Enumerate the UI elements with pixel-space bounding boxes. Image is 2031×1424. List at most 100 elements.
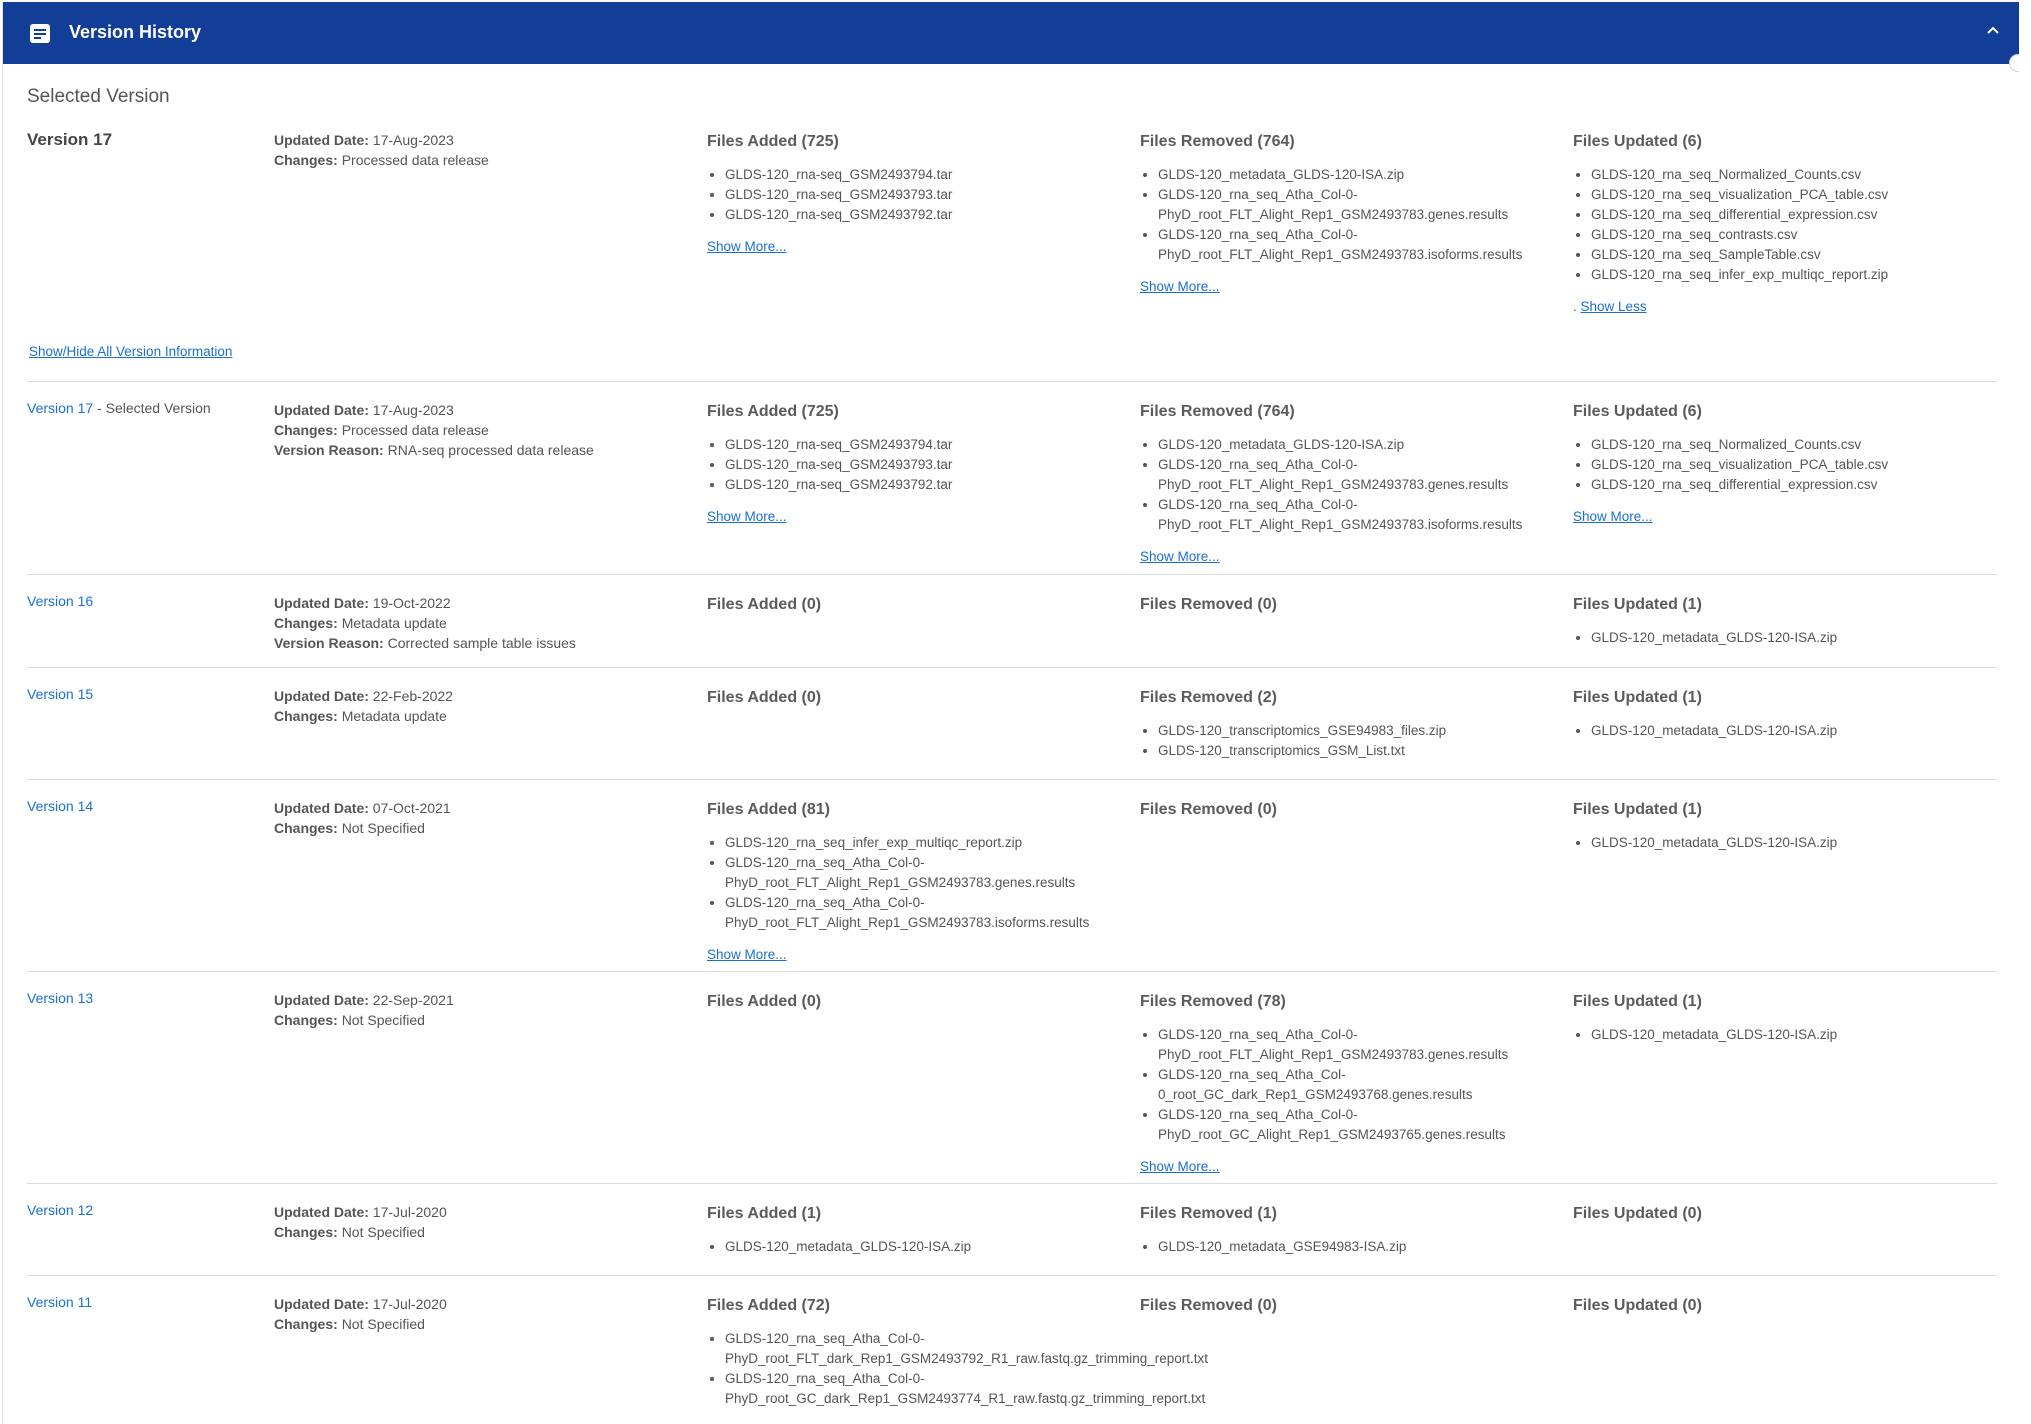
show-more-link[interactable]: Show More... (1140, 549, 1220, 564)
file-item: GLDS-120_metadata_GLDS-120-ISA.zip (1591, 1025, 1993, 1045)
files-updated-heading: Files Updated (6) (1573, 133, 1702, 150)
chevron-up-icon[interactable] (1985, 24, 2001, 36)
version-link[interactable]: Version 14 (27, 798, 93, 814)
updated-date-label: Updated Date: (274, 402, 369, 418)
version-link[interactable]: Version 16 (27, 593, 93, 609)
file-list: GLDS-120_rna-seq_GSM2493794.tarGLDS-120_… (707, 165, 1127, 225)
files-updated-heading: Files Updated (6) (1573, 403, 1702, 420)
show-hide-all-link[interactable]: Show/Hide All Version Information (29, 344, 232, 359)
version-history-panel: Version History Selected Version Version… (2, 2, 2019, 1424)
updated-date-value: 22-Feb-2022 (372, 688, 453, 704)
files-removed-column: Files Removed (764) GLDS-120_metadata_GLD… (1140, 403, 1560, 566)
file-item: GLDS-120_metadata_GLDS-120-ISA.zip (725, 1237, 1127, 1257)
file-item: GLDS-120_transcriptomics_GSE94983_files.… (1158, 721, 1560, 741)
changes-label: Changes: (274, 820, 338, 836)
file-item: GLDS-120_rna_seq_infer_exp_multiqc_repor… (725, 833, 1127, 853)
file-item: GLDS-120_rna-seq_GSM2493793.tar (725, 185, 1127, 205)
file-item: GLDS-120_rna_seq_Atha_Col-0-PhyD_root_GC… (725, 1369, 1205, 1409)
files-updated-column: Files Updated (1) GLDS-120_metadata_GLDS-… (1573, 801, 1993, 853)
version-link[interactable]: Version 13 (27, 990, 93, 1006)
version-link[interactable]: Version 11 (27, 1294, 92, 1310)
file-list: GLDS-120_rna_seq_Normalized_Counts.csvGL… (1573, 165, 1993, 285)
files-updated-heading: Files Updated (1) (1573, 689, 1702, 706)
version-reason-value: RNA-seq processed data release (387, 442, 594, 458)
file-item: GLDS-120_metadata_GSE94983-ISA.zip (1158, 1237, 1560, 1257)
version-row: Version 13 Updated Date: 22-Sep-2021 Chang… (27, 971, 1997, 1174)
file-item: GLDS-120_rna_seq_Atha_Col-0-PhyD_root_GC… (1158, 1105, 1560, 1145)
file-list: GLDS-120_metadata_GLDS-120-ISA.zipGLDS-1… (1140, 435, 1560, 535)
version-link[interactable]: Version 12 (27, 1202, 93, 1218)
file-item: GLDS-120_metadata_GLDS-120-ISA.zip (1591, 833, 1993, 853)
file-item: GLDS-120_rna_seq_Atha_Col-0-PhyD_root_FL… (1158, 1025, 1560, 1065)
version-reason-value: Corrected sample table issues (387, 635, 576, 651)
file-item: GLDS-120_metadata_GLDS-120-ISA.zip (1158, 435, 1560, 455)
updated-date-value: 07-Oct-2021 (372, 800, 451, 816)
file-item: GLDS-120_rna_seq_Atha_Col-0-PhyD_root_FL… (1158, 455, 1560, 495)
show-more-link[interactable]: Show More... (1573, 509, 1653, 524)
version-row: Version 15 Updated Date: 22-Feb-2022 Chang… (27, 667, 1997, 758)
files-removed-heading: Files Removed (0) (1140, 596, 1277, 613)
changes-value: Processed data release (341, 152, 489, 168)
files-removed-heading: Files Removed (0) (1140, 801, 1277, 818)
updated-date-value: 17-Aug-2023 (372, 402, 454, 418)
changes-value: Not Specified (341, 820, 425, 836)
version-history-header[interactable]: Version History (3, 2, 2019, 64)
show-more-link[interactable]: Show More... (707, 947, 787, 962)
version-cell: Version 17 - Selected Version (27, 400, 267, 418)
file-item: GLDS-120_rna_seq_Atha_Col-0-PhyD_root_FL… (1158, 185, 1560, 225)
updated-date-label: Updated Date: (274, 595, 369, 611)
file-list: GLDS-120_metadata_GLDS-120-ISA.zip (1573, 833, 1993, 853)
show-more-link[interactable]: Show More... (707, 239, 787, 254)
version-link[interactable]: Version 17 (27, 400, 93, 416)
files-added-heading: Files Added (72) (707, 1297, 830, 1314)
file-item: GLDS-120_rna_seq_differential_expression… (1591, 205, 1993, 225)
version-cell: Version 14 (27, 798, 267, 816)
file-list: GLDS-120_metadata_GSE94983-ISA.zip (1140, 1237, 1560, 1257)
version-row: Version 12 Updated Date: 17-Jul-2020 Chang… (27, 1183, 1997, 1254)
files-removed-column: Files Removed (1) GLDS-120_metadata_GSE94… (1140, 1205, 1560, 1257)
files-updated-heading: Files Updated (1) (1573, 993, 1702, 1010)
files-added-column: Files Added (725) GLDS-120_rna-seq_GSM249… (707, 403, 1127, 526)
show-more-link[interactable]: Show More... (1140, 1159, 1220, 1174)
files-removed-heading: Files Removed (764) (1140, 403, 1295, 420)
file-item: GLDS-120_transcriptomics_GSM_List.txt (1158, 741, 1560, 761)
show-more-link[interactable]: Show More... (707, 509, 787, 524)
changes-label: Changes: (274, 1316, 338, 1332)
files-added-column: Files Added (725) GLDS-120_rna-seq_GSM24… (707, 133, 1127, 256)
file-item: GLDS-120_rna-seq_GSM2493792.tar (725, 475, 1127, 495)
file-list: GLDS-120_metadata_GLDS-120-ISA.zip (1573, 1025, 1993, 1045)
files-added-heading: Files Added (725) (707, 133, 839, 150)
version-link[interactable]: Version 15 (27, 686, 93, 702)
changes-label: Changes: (274, 708, 338, 724)
changes-label: Changes: (274, 422, 338, 438)
files-added-heading: Files Added (725) (707, 403, 839, 420)
version-reason-label: Version Reason: (274, 635, 384, 651)
file-item: GLDS-120_rna_seq_Atha_Col-0-PhyD_root_FL… (725, 1329, 1208, 1369)
version-cell: Version 15 (27, 686, 267, 704)
files-added-column: Files Added (0) (707, 993, 1127, 1011)
version-cell: Version 12 (27, 1202, 267, 1220)
file-item: GLDS-120_rna_seq_Atha_Col-0_root_GC_dark… (1158, 1065, 1560, 1105)
file-list: GLDS-120_metadata_GLDS-120-ISA.zip (1573, 721, 1993, 741)
files-added-column: Files Added (81) GLDS-120_rna_seq_infer_e… (707, 801, 1127, 964)
version-meta: Updated Date: 17-Jul-2020 Changes: Not Sp… (274, 1202, 704, 1242)
updated-date-label: Updated Date: (274, 688, 369, 704)
updated-date-value: 17-Jul-2020 (372, 1296, 447, 1312)
updated-date-value: 19-Oct-2022 (372, 595, 451, 611)
files-removed-column: Files Removed (78) GLDS-120_rna_seq_Atha_… (1140, 993, 1560, 1176)
files-added-column: Files Added (72) GLDS-120_rna_seq_Atha_Co… (707, 1297, 1208, 1409)
show-more-link[interactable]: Show More... (1140, 279, 1220, 294)
file-list: GLDS-120_metadata_GLDS-120-ISA.zipGLDS-1… (1140, 165, 1560, 265)
version-meta: Updated Date: 22-Sep-2021 Changes: Not Sp… (274, 990, 704, 1030)
file-item: GLDS-120_rna_seq_visualization_PCA_table… (1591, 455, 1993, 475)
updated-date: 17-Aug-2023 (372, 132, 454, 148)
version-meta: Updated Date: 07-Oct-2021 Changes: Not Sp… (274, 798, 704, 838)
document-list-icon (30, 24, 50, 43)
show-less-link[interactable]: Show Less (1581, 299, 1647, 314)
files-removed-heading: Files Removed (2) (1140, 689, 1277, 706)
scroll-handle[interactable] (2009, 54, 2019, 72)
file-item: GLDS-120_rna_seq_SampleTable.csv (1591, 245, 1993, 265)
files-updated-column: Files Updated (0) (1573, 1297, 1993, 1315)
files-updated-column: Files Updated (1) GLDS-120_metadata_GLDS-… (1573, 596, 1993, 648)
files-updated-heading: Files Updated (0) (1573, 1205, 1702, 1222)
